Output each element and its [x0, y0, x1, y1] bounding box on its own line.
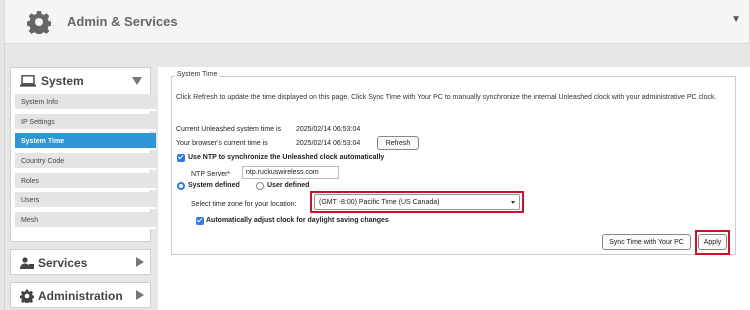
current-time-value: 2025/02/14 06:53:04: [296, 126, 361, 133]
chevron-down-icon[interactable]: [132, 77, 142, 85]
sidebar-item-system-info[interactable]: System Info: [15, 94, 156, 111]
chevron-down-icon[interactable]: ▼: [731, 14, 741, 25]
chevron-right-icon[interactable]: [136, 290, 144, 300]
sidebar-section-label: System: [41, 74, 84, 88]
chevron-right-icon[interactable]: [136, 257, 144, 267]
highlight-box: [310, 191, 524, 213]
sidebar-item-country-code[interactable]: Country Code: [15, 153, 156, 170]
current-time-label: Current Unleashed system time is: [176, 126, 282, 133]
dst-label: Automatically adjust clock for daylight …: [206, 217, 389, 224]
dst-checkbox[interactable]: [196, 217, 204, 225]
system-time-panel: System Time Click Refresh to update the …: [171, 71, 736, 255]
sidebar-section-system[interactable]: System: [11, 68, 152, 94]
sidebar-section-label: Services: [38, 256, 88, 270]
user-defined-radio[interactable]: [256, 182, 264, 190]
timezone-label: Select time zone for your location:: [191, 201, 297, 208]
ntp-server-field[interactable]: ntp.ruckuswireless.com: [242, 166, 339, 179]
page-title: Admin & Services: [67, 14, 178, 29]
use-ntp-label: Use NTP to synchronize the Unleashed clo…: [188, 154, 385, 161]
sidebar-item-ip-settings[interactable]: IP Settings: [15, 114, 156, 131]
gear-icon: [20, 289, 34, 303]
sidebar-system: System System Info IP Settings System Ti…: [10, 67, 156, 242]
sidebar-section-administration[interactable]: Administration: [10, 282, 151, 308]
services-icon: [20, 257, 34, 269]
gear-icon: [27, 11, 51, 34]
use-ntp-checkbox[interactable]: [177, 154, 185, 162]
sync-time-button[interactable]: Sync Time with Your PC: [602, 234, 691, 250]
sidebar-section-services[interactable]: Services: [10, 249, 151, 275]
browser-time-label: Your browser's current time is: [176, 140, 268, 147]
sidebar-section-label: Administration: [38, 289, 123, 303]
browser-time-value: 2025/02/14 06:53:04: [296, 140, 361, 147]
ntp-server-label: NTP Server*: [191, 171, 231, 178]
panel-legend: System Time: [175, 71, 220, 78]
highlight-box: [695, 230, 730, 255]
laptop-icon: [20, 75, 36, 87]
description-text: Click Refresh to update the time display…: [176, 94, 717, 101]
sidebar-item-mesh[interactable]: Mesh: [15, 212, 156, 229]
main-content: System Time Click Refresh to update the …: [158, 67, 750, 310]
sidebar-item-system-time[interactable]: System Time: [15, 133, 156, 150]
system-defined-radio[interactable]: [177, 182, 185, 190]
system-defined-label: System defined: [188, 182, 240, 189]
refresh-button[interactable]: Refresh: [377, 136, 419, 150]
top-bar: Admin & Services ▼: [4, 0, 750, 44]
sidebar-item-roles[interactable]: Roles: [15, 173, 156, 190]
user-defined-label: User defined: [267, 182, 310, 189]
sidebar-item-users[interactable]: Users: [15, 192, 156, 209]
